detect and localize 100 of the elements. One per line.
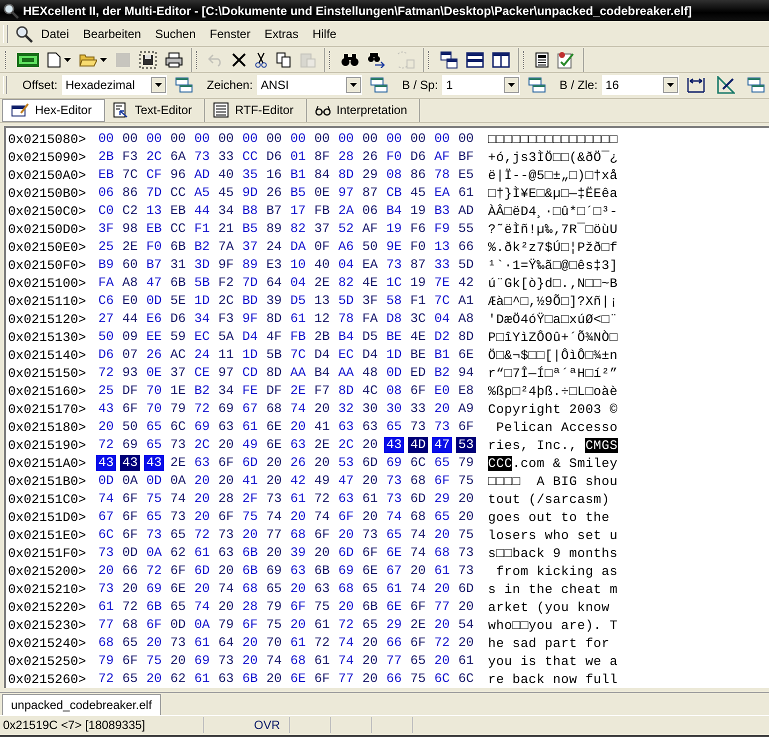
offset-label: 0x0215130> (8, 330, 88, 345)
hex-byte: 6F (121, 509, 139, 526)
hex-byte: 6B (361, 599, 379, 616)
hex-byte: 61 (241, 419, 259, 436)
hex-byte: 42 (457, 275, 475, 292)
hex-byte: 8D (457, 329, 475, 346)
hex-byte: 44 (193, 203, 211, 220)
hex-byte: FB (289, 329, 307, 346)
hex-byte: 68 (265, 401, 283, 418)
hex-byte: 55 (457, 221, 475, 238)
editor-tab[interactable]: RTF-Editor (205, 98, 306, 122)
hex-byte: B2 (433, 365, 451, 382)
hex-byte: 6D (457, 581, 475, 598)
menu-item[interactable]: Fenster (204, 24, 256, 43)
hex-byte: DA (289, 239, 307, 256)
hex-byte: EE (145, 329, 163, 346)
hex-byte: 4D (408, 437, 428, 454)
hex-byte: 65 (121, 671, 139, 688)
hex-byte: 8D (337, 383, 355, 400)
hex-byte: 20 (361, 635, 379, 652)
offset-label: 0x0215090> (8, 150, 88, 165)
hex-byte: 75 (457, 527, 475, 544)
hex-byte: 65 (169, 599, 187, 616)
hex-byte: 0E (145, 365, 163, 382)
hex-byte: 68 (337, 581, 355, 598)
hex-byte: 6F (169, 563, 187, 580)
hex-byte: 87 (361, 185, 379, 202)
offset-label: 0x0215120> (8, 312, 88, 327)
menu-item[interactable]: Datei (35, 24, 76, 43)
hex-byte: 20 (241, 527, 259, 544)
hex-byte: D4 (241, 329, 259, 346)
ascii-text: P□îYìZÔOû+´Õ¾NÒ□ (488, 330, 618, 345)
hex-byte: 6F (241, 617, 259, 634)
hex-byte: 8D (265, 365, 283, 382)
hex-byte: 47 (145, 275, 163, 292)
hex-byte: 6F (217, 509, 235, 526)
hex-byte: 73 (217, 527, 235, 544)
hex-byte: 00 (169, 131, 187, 148)
hex-byte: 37 (313, 221, 331, 238)
dropdown[interactable]: ANSI (256, 75, 362, 96)
editor-tab[interactable]: Interpretation (306, 98, 420, 122)
hex-byte: 65 (361, 617, 379, 634)
editor-tab[interactable]: Text-Editor (104, 98, 206, 122)
hex-byte: 00 (121, 131, 139, 148)
menu-item[interactable]: Suchen (149, 24, 202, 43)
hex-byte: 63 (193, 455, 211, 472)
offset-label: 0x0215080> (8, 132, 88, 147)
hex-byte: 41 (313, 419, 331, 436)
hex-byte: 50 (361, 239, 379, 256)
square-icon (115, 52, 131, 68)
dropdown[interactable]: Hexadezimal (62, 75, 167, 96)
document-tab[interactable]: unpacked_codebreaker.elf (2, 694, 161, 714)
ascii-text: ÀÂ□ëD4¸·□û*□´□³- (488, 204, 618, 219)
hex-byte: 82 (337, 275, 355, 292)
hex-byte: 77 (433, 599, 451, 616)
hex-byte: 61 (361, 491, 379, 508)
hex-byte: 6B (313, 563, 331, 580)
hex-byte: 07 (121, 347, 139, 364)
menu-item[interactable]: Bearbeiten (77, 24, 148, 43)
hex-byte: 63 (289, 563, 307, 580)
dropdown[interactable]: 16 (602, 75, 679, 96)
menu-item[interactable]: Extras (258, 24, 304, 43)
hex-byte: 6F (433, 473, 451, 490)
hex-byte: 0D (97, 473, 115, 490)
hex-byte: 28 (241, 599, 259, 616)
menu-item[interactable]: Hilfe (306, 24, 342, 43)
hex-byte: 40 (313, 257, 331, 274)
hex-byte: 20 (193, 581, 211, 598)
width-arrows-icon (687, 77, 705, 94)
hex-byte: 50 (97, 329, 115, 346)
hex-byte: 94 (457, 365, 475, 382)
hex-byte: 84 (313, 167, 331, 184)
hex-byte: 6E (361, 563, 379, 580)
hex-byte: 75 (265, 617, 283, 634)
hex-byte: BE (385, 329, 403, 346)
hex-byte: 68 (289, 653, 307, 670)
printer-icon (165, 52, 183, 68)
hex-byte: EB (169, 203, 187, 220)
option-label: B / Sp: (402, 78, 438, 92)
hex-byte: 6E (265, 437, 283, 454)
hex-byte: 68 (289, 527, 307, 544)
hex-byte: 72 (193, 401, 211, 418)
hex-byte: ED (409, 365, 427, 382)
hex-byte: 1D (241, 347, 259, 364)
ascii-text: ?˜ëÌñ!µ‰‚7R¯□öùU (488, 222, 618, 237)
offset-label: 0x0215160> (8, 384, 88, 399)
hex-byte: 40 (217, 167, 235, 184)
scissors-icon (254, 52, 268, 68)
hex-byte: 69 (193, 653, 211, 670)
hex-byte: 6E (169, 581, 187, 598)
hex-byte: EA (361, 257, 379, 274)
hex-byte: 6B (169, 239, 187, 256)
hex-byte: 61 (433, 563, 451, 580)
hex-byte: 00 (385, 131, 403, 148)
hex-byte: 73 (169, 437, 187, 454)
folder-icon (79, 52, 97, 68)
copy-icon (276, 52, 292, 68)
editor-tab[interactable]: Hex-Editor (2, 98, 105, 122)
dropdown[interactable]: 1 (442, 75, 520, 96)
hex-byte: 20 (361, 437, 379, 454)
